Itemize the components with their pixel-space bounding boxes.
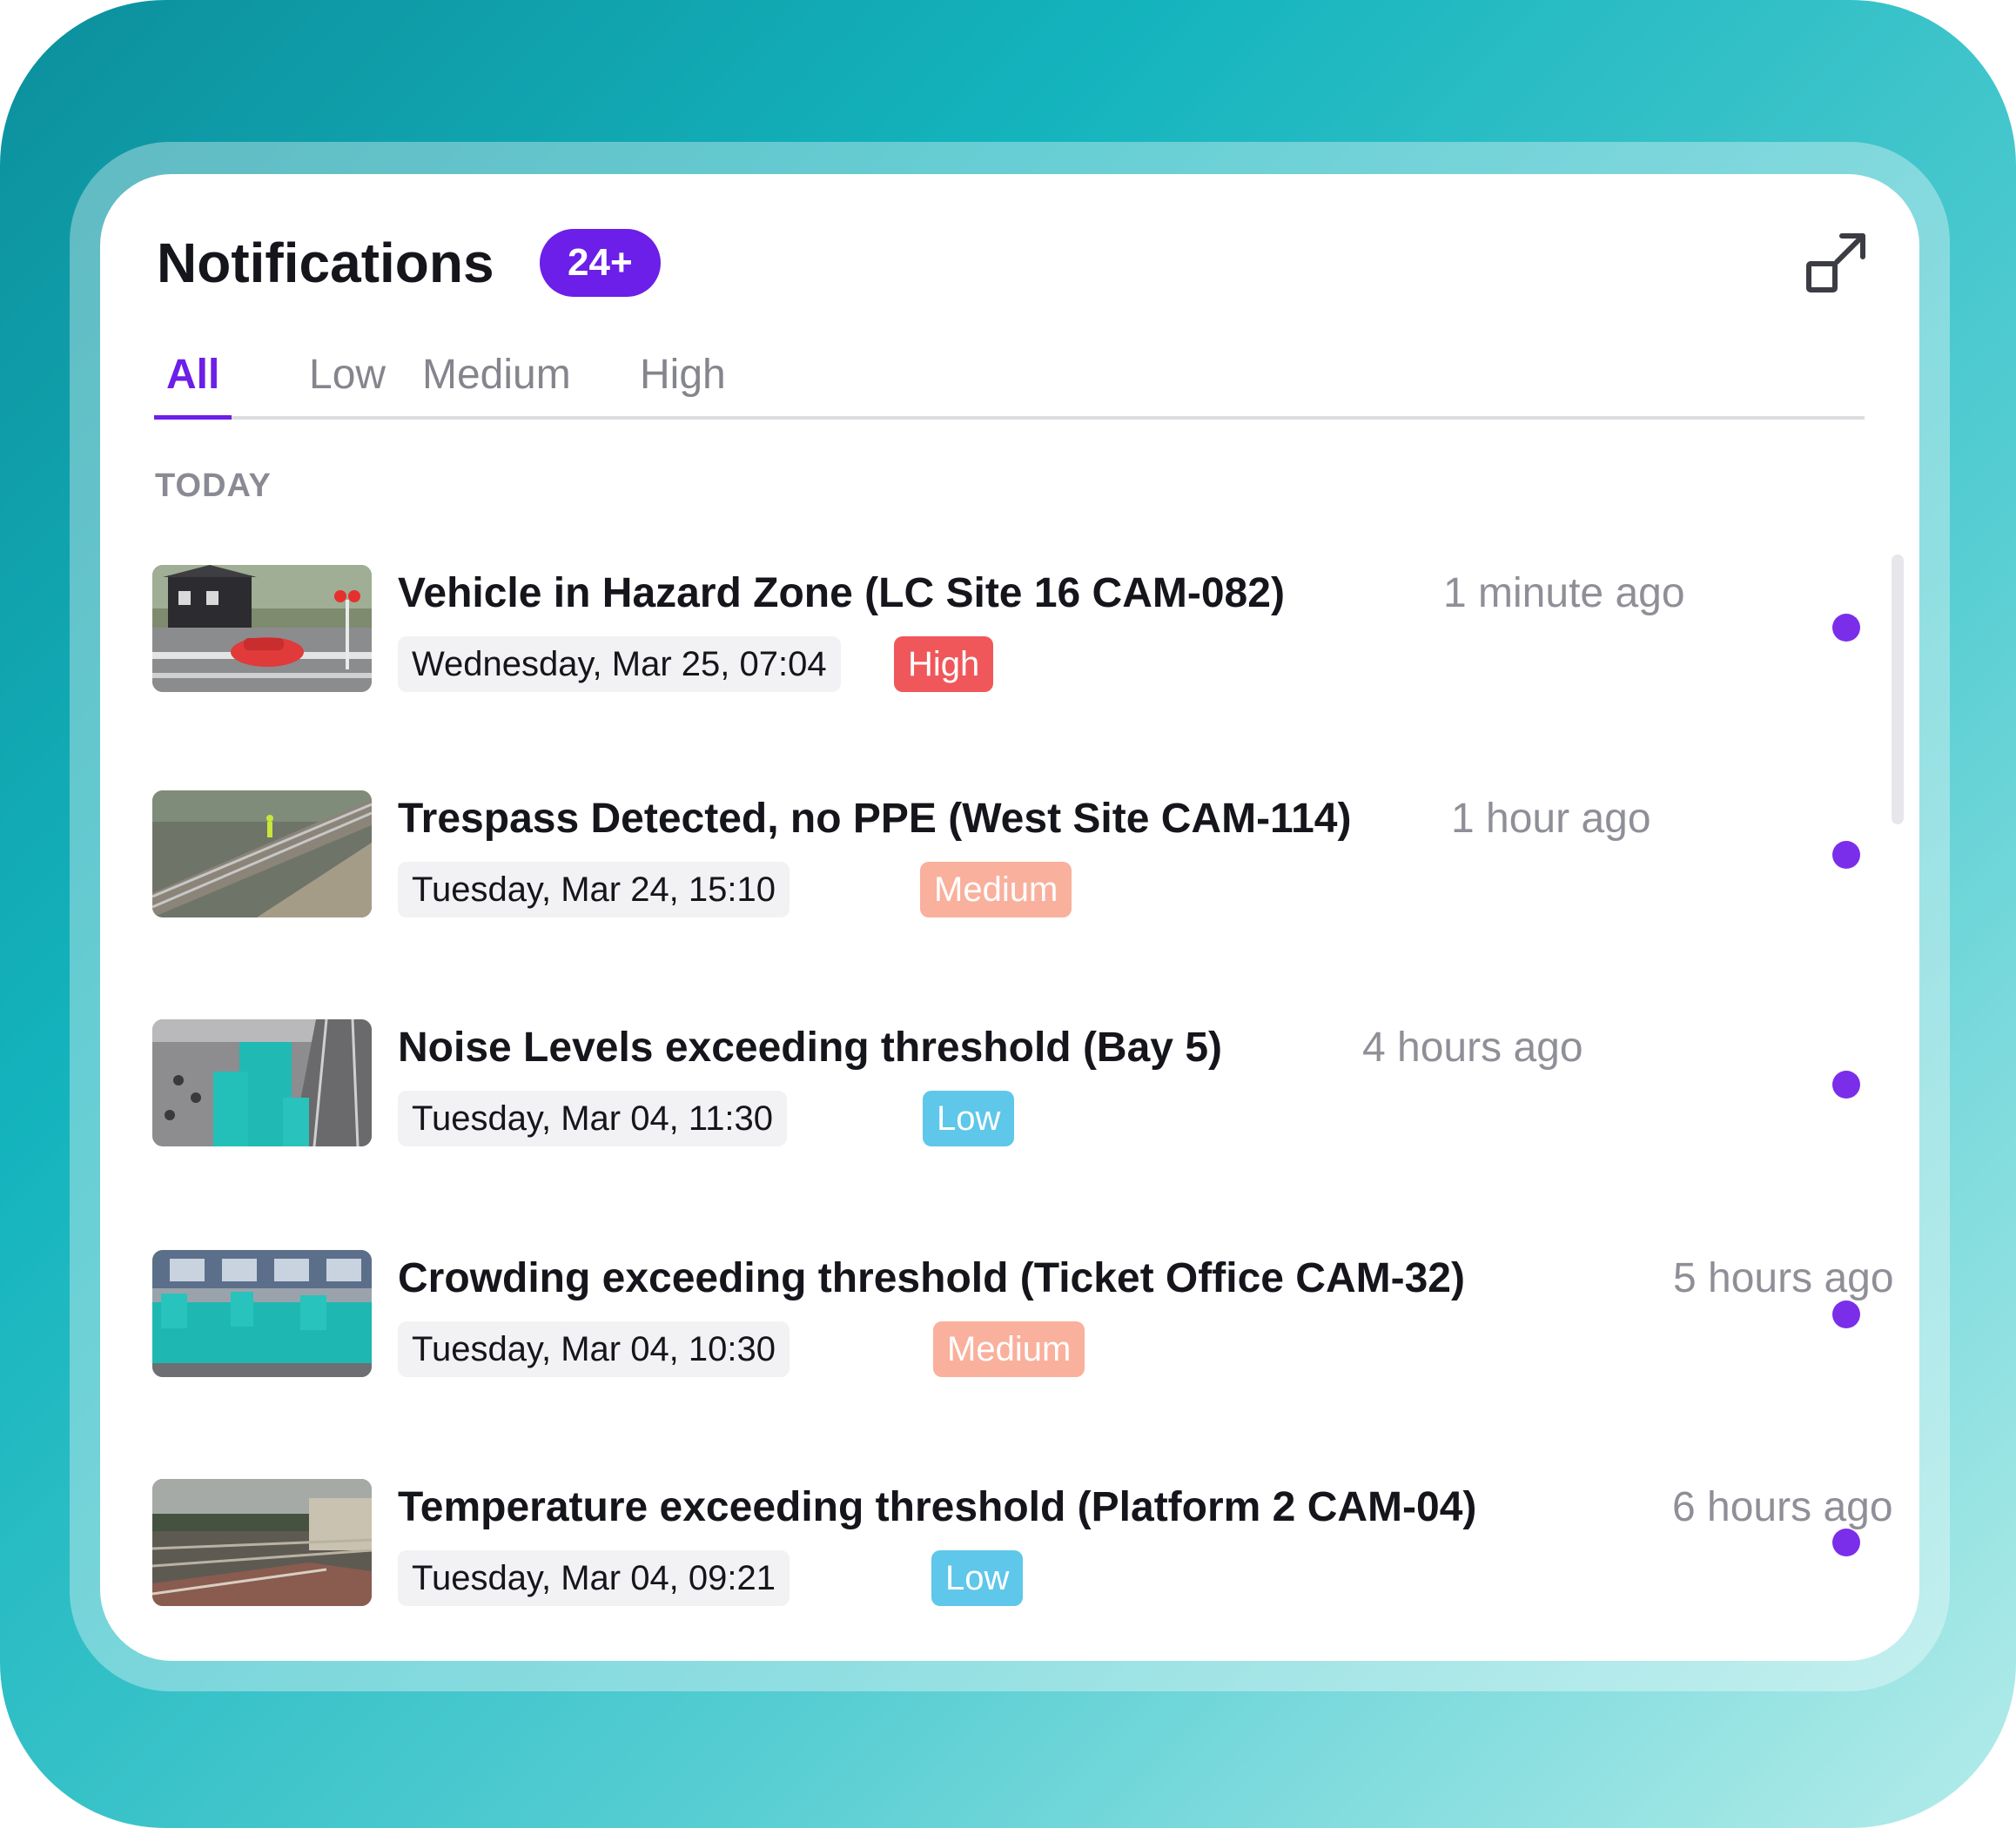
expand-icon[interactable] bbox=[1802, 231, 1870, 299]
notifications-panel: Notifications 24+ All Low Medium High TO… bbox=[100, 174, 1919, 1661]
severity-badge-medium: Medium bbox=[920, 862, 1072, 917]
notification-title: Noise Levels exceeding threshold (Bay 5) bbox=[398, 1025, 1222, 1071]
tab-all[interactable]: All bbox=[154, 348, 232, 420]
notification-count-badge: 24+ bbox=[540, 229, 661, 297]
notification-item[interactable]: Crowding exceeding threshold (Ticket Off… bbox=[152, 1250, 1894, 1381]
unread-indicator bbox=[1832, 614, 1860, 642]
unread-indicator bbox=[1832, 841, 1860, 869]
thumbnail-station-yard bbox=[152, 1479, 372, 1606]
tab-high[interactable]: High bbox=[640, 348, 726, 416]
severity-badge-medium: Medium bbox=[933, 1321, 1085, 1377]
unread-indicator bbox=[1832, 1529, 1860, 1556]
notification-title: Temperature exceeding threshold (Platfor… bbox=[398, 1484, 1477, 1530]
notification-date: Tuesday, Mar 04, 10:30 bbox=[398, 1321, 790, 1377]
severity-badge-low: Low bbox=[923, 1091, 1015, 1146]
notification-item[interactable]: Temperature exceeding threshold (Platfor… bbox=[152, 1479, 1893, 1610]
notification-date: Tuesday, Mar 24, 15:10 bbox=[398, 862, 790, 917]
notification-time-ago: 6 hours ago bbox=[1672, 1484, 1893, 1530]
section-label-today: TODAY bbox=[155, 467, 272, 504]
severity-badge-high: High bbox=[894, 636, 994, 692]
tab-medium[interactable]: Medium bbox=[422, 348, 571, 416]
thumbnail-ticket-office bbox=[152, 1250, 372, 1377]
thumbnail-railway-track bbox=[152, 790, 372, 917]
notification-date: Wednesday, Mar 25, 07:04 bbox=[398, 636, 841, 692]
scrollbar[interactable] bbox=[1892, 554, 1904, 824]
notification-item[interactable]: Vehicle in Hazard Zone (LC Site 16 CAM-0… bbox=[152, 565, 1876, 696]
thumbnail-level-crossing bbox=[152, 565, 372, 692]
tab-low[interactable]: Low bbox=[309, 348, 386, 416]
panel-title: Notifications bbox=[157, 232, 494, 294]
notification-time-ago: 1 hour ago bbox=[1451, 796, 1651, 842]
notification-title: Crowding exceeding threshold (Ticket Off… bbox=[398, 1255, 1465, 1301]
notification-time-ago: 1 minute ago bbox=[1443, 570, 1685, 616]
notification-time-ago: 5 hours ago bbox=[1673, 1255, 1894, 1301]
notification-date: Tuesday, Mar 04, 11:30 bbox=[398, 1091, 788, 1146]
notification-item[interactable]: Noise Levels exceeding threshold (Bay 5)… bbox=[152, 1019, 1876, 1150]
unread-indicator bbox=[1832, 1300, 1860, 1328]
app-frame: Notifications 24+ All Low Medium High TO… bbox=[0, 0, 2016, 1828]
notification-title: Trespass Detected, no PPE (West Site CAM… bbox=[398, 796, 1352, 842]
notification-item[interactable]: Trespass Detected, no PPE (West Site CAM… bbox=[152, 790, 1876, 921]
severity-tabs: All Low Medium High bbox=[154, 348, 1865, 420]
unread-indicator bbox=[1832, 1071, 1860, 1099]
severity-badge-low: Low bbox=[931, 1550, 1024, 1606]
notification-time-ago: 4 hours ago bbox=[1362, 1025, 1583, 1071]
thumbnail-platform-crowd bbox=[152, 1019, 372, 1146]
notification-date: Tuesday, Mar 04, 09:21 bbox=[398, 1550, 790, 1606]
notification-title: Vehicle in Hazard Zone (LC Site 16 CAM-0… bbox=[398, 570, 1285, 616]
